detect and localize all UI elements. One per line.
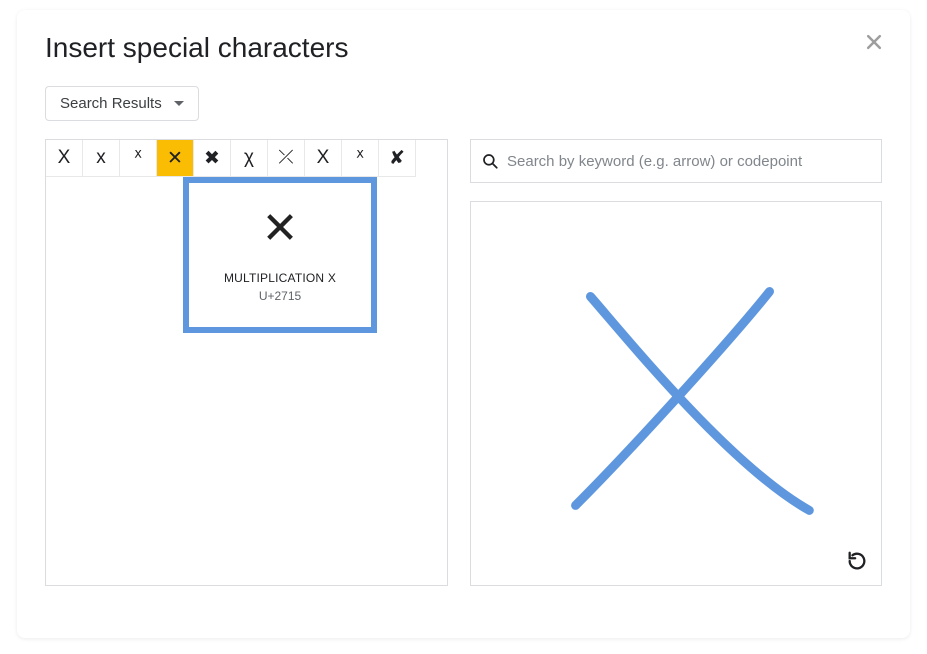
tooltip-codepoint: U+2715 <box>259 289 301 303</box>
tooltip-glyph: ✕ <box>262 207 299 251</box>
right-column <box>470 139 882 586</box>
character-grid: Xxᕁ✕✖χ⤫Χᕽ✘ <box>46 140 447 177</box>
insert-special-characters-dialog: Insert special characters Search Results… <box>17 10 910 638</box>
tooltip-name: MULTIPLICATION X <box>224 271 336 285</box>
char-cell-4[interactable]: ✖ <box>194 140 231 177</box>
caret-down-icon <box>174 101 184 106</box>
close-button[interactable] <box>860 28 888 56</box>
search-container <box>470 139 882 183</box>
draw-panel[interactable] <box>470 201 882 586</box>
char-cell-6[interactable]: ⤫ <box>268 140 305 177</box>
char-cell-9[interactable]: ✘ <box>379 140 416 177</box>
panels: Xxᕁ✕✖χ⤫Χᕽ✘ ✕ MULTIPLICATION X U+2715 <box>45 139 882 586</box>
undo-icon <box>846 550 868 572</box>
char-cell-1[interactable]: x <box>83 140 120 177</box>
drawing-canvas[interactable] <box>471 202 881 585</box>
char-cell-7[interactable]: Χ <box>305 140 342 177</box>
char-cell-5[interactable]: χ <box>231 140 268 177</box>
results-panel: Xxᕁ✕✖χ⤫Χᕽ✘ ✕ MULTIPLICATION X U+2715 <box>45 139 448 586</box>
search-icon <box>481 152 499 170</box>
undo-button[interactable] <box>843 547 871 575</box>
category-dropdown[interactable]: Search Results <box>45 86 199 121</box>
char-cell-0[interactable]: X <box>46 140 83 177</box>
char-cell-2[interactable]: ᕁ <box>120 140 157 177</box>
close-icon <box>864 32 884 52</box>
char-cell-3[interactable]: ✕ <box>157 140 194 177</box>
character-tooltip: ✕ MULTIPLICATION X U+2715 <box>183 177 377 333</box>
char-cell-8[interactable]: ᕽ <box>342 140 379 177</box>
search-input[interactable] <box>507 153 871 170</box>
dropdown-label: Search Results <box>60 95 162 112</box>
dialog-title: Insert special characters <box>45 32 882 64</box>
